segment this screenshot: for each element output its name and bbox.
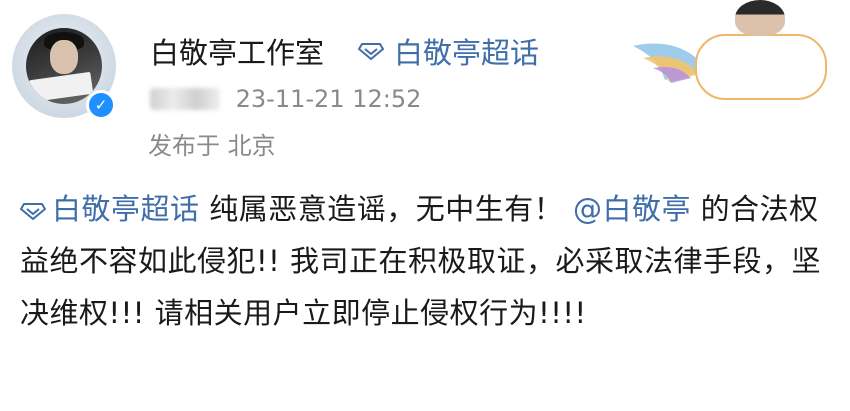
badge-photo: [735, 0, 785, 36]
inline-supertopic-label: 白敬亭超话: [52, 192, 200, 226]
blurred-source: [150, 88, 220, 110]
supertopic-diamond-icon: [358, 43, 384, 60]
avatar-logo: [28, 71, 94, 103]
avatar-container[interactable]: ✓: [12, 14, 120, 122]
avatar-face: [50, 40, 78, 74]
verified-icon: ✓: [86, 90, 116, 120]
supertopic-link[interactable]: 白敬亭超话: [358, 30, 539, 72]
post-location: 发布于 北京: [148, 132, 276, 160]
inline-supertopic-link[interactable]: 白敬亭超话: [20, 192, 200, 226]
mention-link[interactable]: @白敬亭: [573, 192, 691, 226]
weibo-post: ✓ 白敬亭工作室 白敬亭超话 23-11-21 12:52 发布于 北京 白敬亭…: [0, 0, 850, 411]
author-name[interactable]: 白敬亭工作室: [150, 30, 324, 72]
supertopic-link-label: 白敬亭超话: [394, 36, 540, 70]
body-text-part1: 纯属恶意造谣，无中生有！: [199, 192, 573, 226]
decoration-badge: [625, 0, 845, 100]
supertopic-diamond-icon: [20, 203, 46, 220]
badge-bubble: [695, 34, 827, 100]
post-meta: 23-11-21 12:52: [150, 85, 421, 113]
post-body: 白敬亭超话 纯属恶意造谣，无中生有！ @白敬亭 的合法权益绝不容如此侵犯!! 我…: [20, 183, 835, 339]
post-timestamp: 23-11-21 12:52: [235, 85, 422, 113]
